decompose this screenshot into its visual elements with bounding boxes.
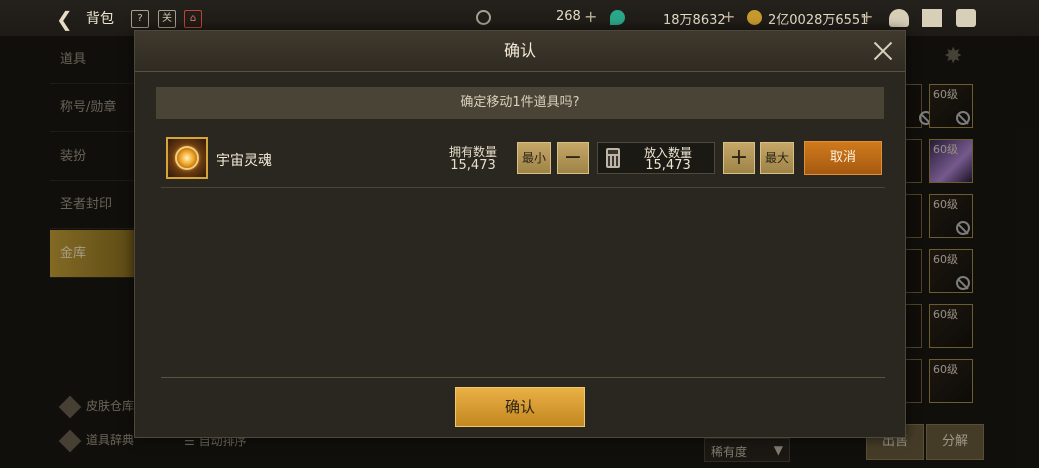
quantity-input[interactable]: 放入数量 15,473 xyxy=(597,142,715,174)
currency-1-add-icon[interactable]: + xyxy=(584,7,597,26)
close-icon[interactable] xyxy=(871,39,895,63)
item-row: 宇宙灵魂 拥有数量 15,473 最小 − 放入数量 15,473 + 最大 取… xyxy=(161,131,885,188)
calculator-icon[interactable] xyxy=(606,148,620,168)
max-button[interactable]: 最大 xyxy=(760,142,794,174)
currency-1-value: 268 xyxy=(556,9,581,24)
cosmic-soul-icon[interactable] xyxy=(166,137,208,179)
divider xyxy=(161,377,885,378)
dialog-title: 确认 xyxy=(503,41,536,60)
confirm-question: 确定移动1件道具吗? xyxy=(156,87,884,119)
mail-icon[interactable] xyxy=(922,9,942,27)
shop-icon[interactable]: ⌂ xyxy=(184,10,202,28)
close-box-icon[interactable]: 关 xyxy=(158,10,176,28)
coin-c-icon xyxy=(476,10,491,25)
confirm-button[interactable]: 确认 xyxy=(455,387,585,427)
gold-coin-icon xyxy=(747,10,762,25)
gem-icon xyxy=(610,10,625,25)
currency-3-value: 2亿0028万6551 xyxy=(768,13,869,28)
help-icon[interactable]: ? xyxy=(131,10,149,28)
min-button[interactable]: 最小 xyxy=(517,142,551,174)
currency-3-add-icon[interactable]: + xyxy=(860,7,873,26)
cancel-button[interactable]: 取消 xyxy=(804,141,882,175)
back-arrow-icon[interactable]: ❮ xyxy=(56,7,73,31)
cauldron-icon[interactable] xyxy=(889,9,909,27)
chat-icon[interactable] xyxy=(956,9,976,27)
dialog-header: 确认 xyxy=(135,31,905,72)
quantity-value: 15,473 xyxy=(645,158,691,173)
decrease-button[interactable]: − xyxy=(557,142,589,174)
owned-quantity-value: 15,473 xyxy=(450,158,496,173)
currency-2-add-icon[interactable]: + xyxy=(722,7,735,26)
currency-2-value: 18万8632 xyxy=(663,13,726,28)
page-title: 背包 xyxy=(86,11,114,27)
item-name: 宇宙灵魂 xyxy=(216,153,272,169)
confirm-dialog: 确认 确定移动1件道具吗? 宇宙灵魂 拥有数量 15,473 最小 − 放入数量… xyxy=(134,30,906,438)
increase-button[interactable]: + xyxy=(723,142,755,174)
